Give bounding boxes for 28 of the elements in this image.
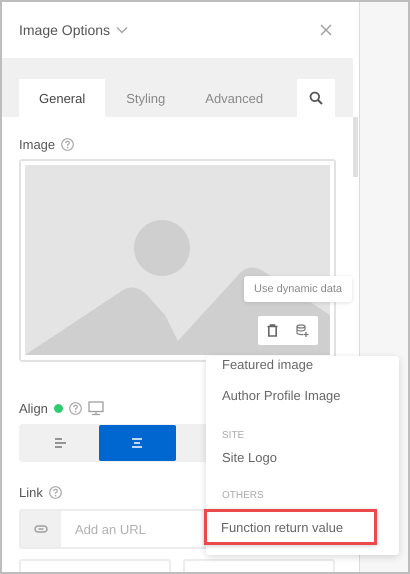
align-button[interactable] — [99, 425, 176, 461]
close-icon[interactable] — [320, 24, 332, 36]
field-label: Align — [19, 400, 48, 416]
field-label: Image — [19, 136, 56, 152]
search-button[interactable] — [297, 79, 335, 117]
align-center-icon — [131, 438, 144, 448]
scrollbar-thumb[interactable] — [353, 117, 358, 177]
chevron-down-icon[interactable] — [116, 26, 128, 34]
tooltip: Use dynamic data — [244, 276, 352, 302]
help-icon[interactable] — [61, 138, 74, 150]
tab[interactable]: Styling — [107, 79, 184, 117]
status-dot — [54, 404, 63, 412]
monitor-icon[interactable] — [88, 400, 104, 416]
tab[interactable]: Advanced — [186, 79, 282, 117]
field-label: Link — [19, 484, 43, 500]
search-icon — [309, 91, 323, 105]
menu-item[interactable]: Author Profile Image — [206, 377, 399, 413]
help-icon[interactable] — [68, 402, 82, 414]
menu-heading: SITE — [221, 429, 246, 441]
trash-icon[interactable] — [266, 324, 278, 337]
menu-heading: OTHERS — [221, 489, 265, 501]
dynamic-data-icon[interactable] — [295, 324, 310, 338]
tab[interactable]: General — [19, 79, 106, 117]
panel-title: Image Options — [19, 22, 110, 38]
menu-item[interactable]: Site Logo — [206, 441, 399, 473]
menu-item[interactable]: Featured image — [206, 356, 399, 377]
help-icon[interactable] — [48, 486, 62, 498]
align-left-icon — [54, 438, 66, 448]
